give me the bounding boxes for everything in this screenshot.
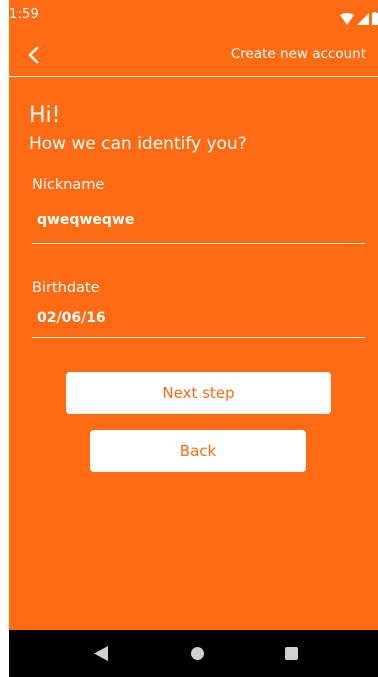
chevron-left-icon[interactable] [25, 45, 45, 65]
birthdate-label: Birthdate [32, 280, 100, 296]
greeting-heading: Hi! [29, 103, 61, 128]
form-subtitle: How we can identify you? [29, 134, 247, 154]
app-bar: Create new account [9, 33, 378, 77]
wifi-icon [340, 10, 354, 29]
status-time: 1:59 [9, 7, 39, 22]
next-step-button[interactable]: Next step [66, 372, 331, 414]
app-bar-title: Create new account [230, 46, 366, 62]
square-recents-icon[interactable] [285, 647, 298, 660]
battery-icon [372, 10, 378, 29]
status-bar: 1:59 [9, 0, 378, 33]
nickname-label: Nickname [32, 177, 105, 193]
nickname-field[interactable]: qweqweqwe [37, 212, 134, 228]
birthdate-underline [32, 337, 365, 338]
circle-home-icon[interactable] [191, 647, 204, 660]
signup-form: Hi! How we can identify you? Nickname qw… [9, 77, 378, 630]
triangle-back-icon[interactable] [94, 646, 108, 665]
birthdate-field[interactable]: 02/06/16 [37, 310, 106, 326]
signal-icon [357, 10, 369, 29]
back-button[interactable]: Back [90, 430, 306, 472]
system-nav-bar [9, 630, 378, 677]
status-icons [340, 10, 378, 29]
nickname-underline [32, 243, 365, 244]
phone-screen: 1:59 Create new account Hi! How we can i… [9, 0, 378, 677]
